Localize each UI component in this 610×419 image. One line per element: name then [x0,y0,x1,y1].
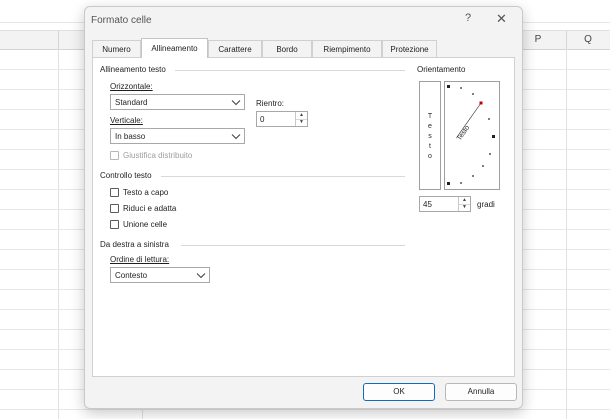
tab-numero[interactable]: Numero [92,40,141,57]
indent-label: Rientro: [256,99,285,108]
justify-distributed-checkbox[interactable] [110,151,119,160]
indent-stepper[interactable]: 0 ▲ ▼ [256,111,308,127]
alignment-panel: Allineamento testo Orizzontale: Standard… [92,57,515,377]
justify-distributed-label: Giustifica distribuito [123,151,193,160]
close-button[interactable]: ✕ [496,11,507,27]
tab-protezione[interactable]: Protezione [382,40,437,57]
wrap-text-checkbox[interactable] [110,188,119,197]
vertical-text: T e s t o [427,113,433,160]
text-control-section-title: Controllo testo [100,171,152,180]
reading-order-label: Ordine di lettura: [110,255,170,264]
horizontal-select[interactable]: Standard [110,94,245,110]
column-header-q[interactable]: Q [566,31,610,49]
close-icon: ✕ [496,11,507,26]
degrees-stepper[interactable]: 45 ▲ ▼ [419,196,471,212]
tab-riempimento[interactable]: Riempimento [312,40,382,57]
dialog-title: Formato celle [91,15,152,26]
indent-down-arrow-icon[interactable]: ▼ [296,119,307,126]
help-button[interactable]: ? [465,12,471,24]
cancel-button[interactable]: Annulla [445,383,517,401]
alignment-section-title: Allineamento testo [100,65,166,74]
horizontal-select-value: Standard [115,98,148,107]
degrees-value: 45 [423,200,432,209]
chevron-down-icon [231,100,241,106]
reading-order-value: Contesto [115,271,148,280]
reading-order-select[interactable]: Contesto [110,267,210,283]
tab-carattere[interactable]: Carattere [208,40,262,57]
orientation-title: Orientamento [417,65,466,74]
format-cells-dialog: Formato celle ? ✕ Numero Allineamento Ca… [84,6,523,409]
degrees-spin-buttons: ▲ ▼ [458,197,470,211]
indent-value: 0 [260,115,265,124]
orientation-dial-graphic: Testo [447,85,495,185]
rotation-dial[interactable]: Testo [444,81,500,190]
degrees-label: gradi [477,200,495,209]
vertical-label: Verticale: [110,116,143,125]
chevron-down-icon [231,134,241,140]
wrap-text-label: Testo a capo [123,188,169,197]
orientation-group: Orientamento T e s t o Testo 45 ▲ ▼ grad… [417,64,512,214]
rtl-section-title: Da destra a sinistra [100,240,169,249]
shrink-to-fit-checkbox[interactable] [110,204,119,213]
tab-allineamento[interactable]: Allineamento [141,38,208,58]
vertical-select-value: In basso [115,132,146,141]
chevron-down-icon [196,273,206,279]
horizontal-label: Orizzontale: [110,82,153,91]
indent-spin-buttons: ▲ ▼ [295,112,307,126]
vertical-text-box[interactable]: T e s t o [419,81,441,190]
tab-bordo[interactable]: Bordo [262,40,312,57]
shrink-to-fit-label: Riduci e adatta [123,204,177,213]
column-header-blank[interactable] [0,31,59,49]
degrees-down-arrow-icon[interactable]: ▼ [459,204,470,211]
rotated-text: Testo [456,124,471,142]
merge-cells-checkbox[interactable] [110,220,119,229]
vertical-select[interactable]: In basso [110,128,245,144]
merge-cells-label: Unione celle [123,220,168,229]
ok-button[interactable]: OK [363,383,435,401]
